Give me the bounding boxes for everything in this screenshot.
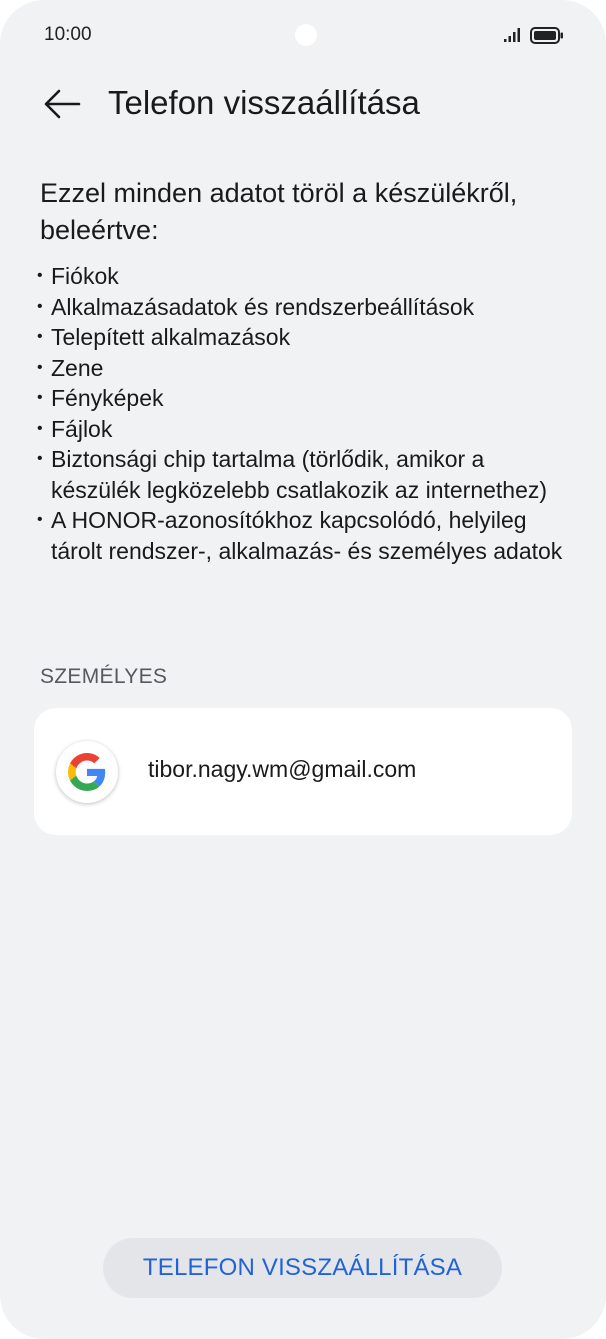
list-item: Alkalmazásadatok és rendszerbeállítások	[37, 292, 577, 323]
google-logo-icon	[68, 753, 106, 791]
reset-phone-button[interactable]: TELEFON VISSZAÁLLÍTÁSA	[103, 1238, 502, 1298]
signal-icon	[504, 28, 520, 42]
front-camera	[295, 24, 317, 46]
list-item: Zene	[37, 353, 577, 384]
list-item: Biztonsági chip tartalma (törlődik, amik…	[37, 444, 577, 505]
page-title: Telefon visszaállítása	[108, 84, 420, 121]
status-bar: 10:00	[0, 0, 606, 72]
phone-screen: 10:00 Telefon visszaállítása Ezzel minde…	[0, 0, 606, 1339]
list-item: A HONOR-azonosítókhoz kapcsolódó, helyil…	[37, 505, 577, 566]
back-button[interactable]	[38, 80, 86, 128]
section-heading-personal: SZEMÉLYES	[40, 665, 168, 688]
reset-phone-button-label: TELEFON VISSZAÁLLÍTÁSA	[142, 1254, 463, 1281]
list-item: Fiókok	[37, 261, 577, 292]
list-item: Fényképek	[37, 383, 577, 414]
google-account-card[interactable]: tibor.nagy.wm@gmail.com	[34, 708, 572, 835]
arrow-left-icon	[44, 89, 81, 119]
account-email: tibor.nagy.wm@gmail.com	[148, 756, 417, 782]
data-list: Fiókok Alkalmazásadatok és rendszerbeáll…	[37, 261, 577, 566]
list-item: Telepített alkalmazások	[37, 322, 577, 353]
avatar	[56, 741, 118, 803]
status-time: 10:00	[44, 24, 92, 45]
list-item: Fájlok	[37, 414, 577, 445]
intro-text: Ezzel minden adatot töröl a készülékről,…	[40, 178, 518, 245]
battery-icon	[530, 27, 563, 44]
